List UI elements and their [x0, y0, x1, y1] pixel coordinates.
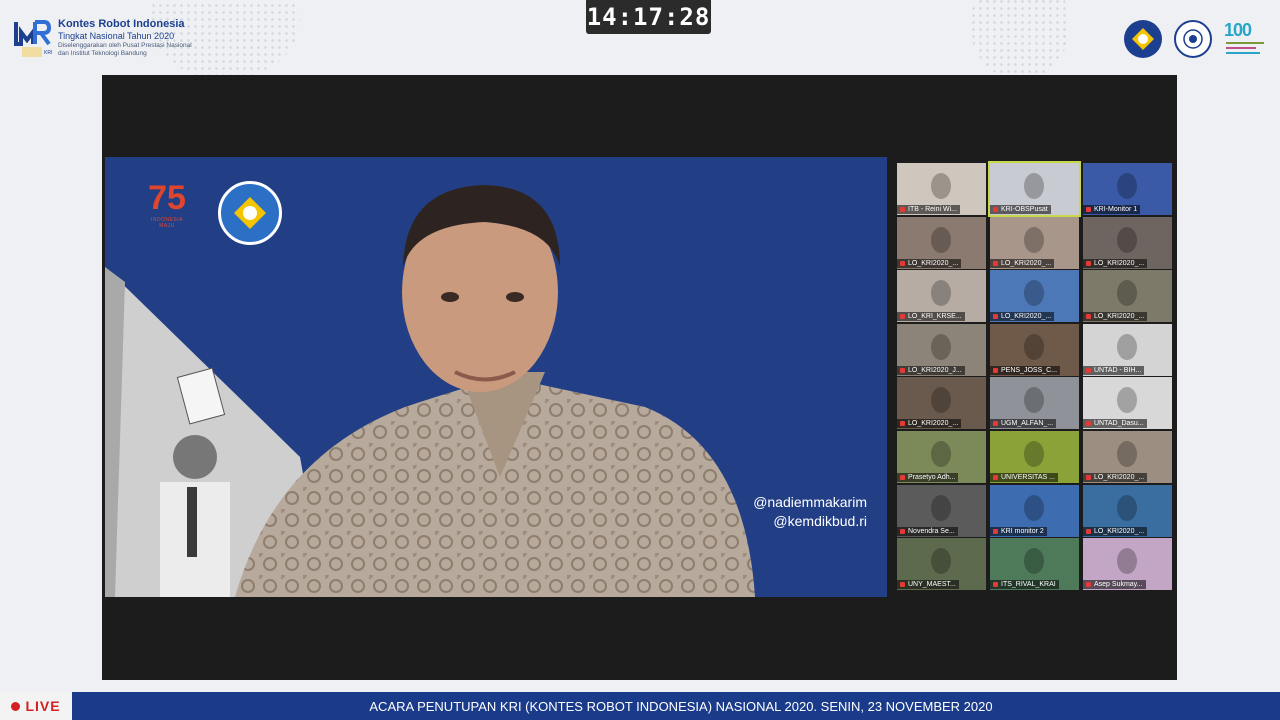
- kri-logo: KRI: [14, 18, 52, 58]
- logo-100-text: 100: [1224, 20, 1252, 40]
- participant-name: UGM_ALFAN_...: [990, 419, 1057, 429]
- participant-video: [1024, 333, 1044, 360]
- participant-tile[interactable]: UNTAD - BIH...: [1083, 323, 1172, 376]
- participant-tile[interactable]: KRI monitor 2: [990, 484, 1079, 537]
- participant-video: [931, 548, 951, 575]
- live-badge: LIVE: [0, 692, 72, 720]
- participant-video: [1024, 387, 1044, 414]
- itb-100-years-logo: 100: [1224, 20, 1266, 58]
- participant-tile[interactable]: Prasetyo Adh...: [897, 431, 986, 483]
- participant-video: [931, 494, 951, 521]
- participant-tile[interactable]: LO_KRI2020_...: [990, 216, 1079, 269]
- participant-name: LO_KRI_KRSE...: [897, 312, 965, 322]
- participant-name: LO_KRI2020_...: [990, 312, 1055, 322]
- participant-video: [931, 333, 951, 360]
- participant-video: [1117, 441, 1137, 467]
- logo-75-caption: INDONESIA MAJU: [150, 217, 183, 229]
- brand-title: Kontes Robot Indonesia: [58, 18, 185, 30]
- participant-name: Asep Sukmay...: [1083, 580, 1146, 590]
- participant-video: [1117, 280, 1137, 307]
- itb-logo: [1174, 20, 1212, 58]
- brand-subtitle: Tingkat Nasional Tahun 2020: [58, 31, 175, 41]
- broadcast-clock: 14:17:28: [586, 0, 711, 34]
- participant-video: [1117, 333, 1137, 360]
- handle-ministry: @kemdikbud.ri: [773, 513, 867, 529]
- participant-tile[interactable]: ITB - Reini Wi...: [897, 163, 986, 215]
- participant-name: KRI-Monitor 1: [1083, 205, 1141, 214]
- participant-name: UNIVERSITAS ...: [990, 473, 1058, 482]
- participant-name: KRI-OBSPusat: [990, 205, 1051, 214]
- kri-logo-text: KRI: [44, 50, 53, 56]
- participant-name: KRI monitor 2: [990, 526, 1047, 536]
- participant-tile[interactable]: Novendra Se...: [897, 484, 986, 537]
- participant-name: LO_KRI2020_...: [990, 258, 1055, 268]
- speaker-handles: @nadiemmakarim @kemdikbud.ri: [753, 493, 867, 531]
- participant-name: PENS_JOSS_C...: [990, 365, 1061, 375]
- participant-video: [931, 387, 951, 414]
- participant-tile[interactable]: LO_KRI2020_...: [1083, 270, 1172, 323]
- participant-tile[interactable]: LO_KRI2020_...: [897, 377, 986, 430]
- speaker-video[interactable]: 75 INDONESIA MAJU @nadiemmakarim @kemdik…: [105, 157, 887, 597]
- participant-video: [1024, 226, 1044, 253]
- news-ticker: LIVE ACARA PENUTUPAN KRI (KONTES ROBOT I…: [0, 692, 1280, 720]
- participant-video: [1024, 280, 1044, 307]
- participant-video: [1117, 226, 1137, 253]
- indonesia-75-logo: 75 INDONESIA MAJU: [145, 179, 189, 239]
- participant-tile[interactable]: KRI-Monitor 1: [1083, 163, 1172, 215]
- participant-tile[interactable]: LO_KRI2020_...: [1083, 216, 1172, 269]
- participant-name: UNTAD_Dasu...: [1083, 419, 1147, 429]
- participant-tile[interactable]: UNTAD_Dasu...: [1083, 377, 1172, 430]
- decorative-dots-right: [970, 0, 1070, 80]
- participant-name: UNTAD - BIH...: [1083, 365, 1145, 375]
- participant-name: Novendra Se...: [897, 526, 958, 536]
- logo-75-number: 75: [148, 179, 186, 217]
- participant-tile[interactable]: ITS_RIVAL_KRAI: [990, 538, 1079, 591]
- participant-tile[interactable]: Asep Sukmay...: [1083, 538, 1172, 591]
- participant-name: LO_KRI2020_...: [1083, 258, 1148, 268]
- participant-video: [1024, 441, 1044, 467]
- participant-tile[interactable]: PENS_JOSS_C...: [990, 323, 1079, 376]
- participant-name: UNY_MAEST...: [897, 580, 959, 590]
- participant-video: [1117, 387, 1137, 414]
- tut-wuri-handayani-logo: [1124, 20, 1162, 58]
- participant-name: LO_KRI2020_...: [897, 258, 962, 268]
- partner-logos: 100: [1124, 20, 1266, 58]
- participant-video: [931, 226, 951, 253]
- participant-name: Prasetyo Adh...: [897, 473, 959, 482]
- participant-video: [931, 173, 951, 199]
- event-brand: KRI Kontes Robot Indonesia Tingkat Nasio…: [14, 18, 203, 58]
- participant-name: LO_KRI2020_...: [897, 419, 962, 429]
- participant-tile[interactable]: LO_KRI2020_...: [1083, 431, 1172, 483]
- participant-name: LO_KRI2020_...: [1083, 526, 1148, 536]
- participant-name: LO_KRI2020_J...: [897, 365, 965, 375]
- participant-tile[interactable]: UNY_MAEST...: [897, 538, 986, 591]
- live-label: LIVE: [25, 698, 61, 714]
- brand-organizer: Diselenggarakan oleh Pusat Prestasi Nasi…: [58, 42, 192, 57]
- participant-tile[interactable]: LO_KRI2020_J...: [897, 323, 986, 376]
- participant-video: [1117, 548, 1137, 575]
- participant-tile[interactable]: UNIVERSITAS ...: [990, 431, 1079, 483]
- participant-tile[interactable]: KRI-OBSPusat: [988, 161, 1081, 217]
- ticker-text: ACARA PENUTUPAN KRI (KONTES ROBOT INDONE…: [369, 698, 993, 714]
- participant-name: LO_KRI2020_...: [1083, 473, 1148, 482]
- participant-video: [1024, 548, 1044, 575]
- participant-name: ITB - Reini Wi...: [897, 205, 961, 214]
- participant-video: [931, 441, 951, 467]
- participant-video: [931, 280, 951, 307]
- handle-personal: @nadiemmakarim: [753, 494, 867, 510]
- participant-tile[interactable]: LO_KRI2020_...: [990, 270, 1079, 323]
- participant-name: LO_KRI2020_...: [1083, 312, 1148, 322]
- participant-tile[interactable]: LO_KRI2020_...: [1083, 484, 1172, 537]
- live-dot-icon: [11, 701, 21, 711]
- participant-video: [1024, 173, 1044, 199]
- participant-video: [1024, 494, 1044, 521]
- participant-video: [1117, 494, 1137, 521]
- participant-name: ITS_RIVAL_KRAI: [990, 580, 1059, 590]
- participant-tile[interactable]: UGM_ALFAN_...: [990, 377, 1079, 430]
- kemdikbud-logo: [218, 181, 282, 245]
- participant-tile[interactable]: LO_KRI2020_...: [897, 216, 986, 269]
- participant-video: [1117, 173, 1137, 199]
- participant-tile[interactable]: LO_KRI_KRSE...: [897, 270, 986, 323]
